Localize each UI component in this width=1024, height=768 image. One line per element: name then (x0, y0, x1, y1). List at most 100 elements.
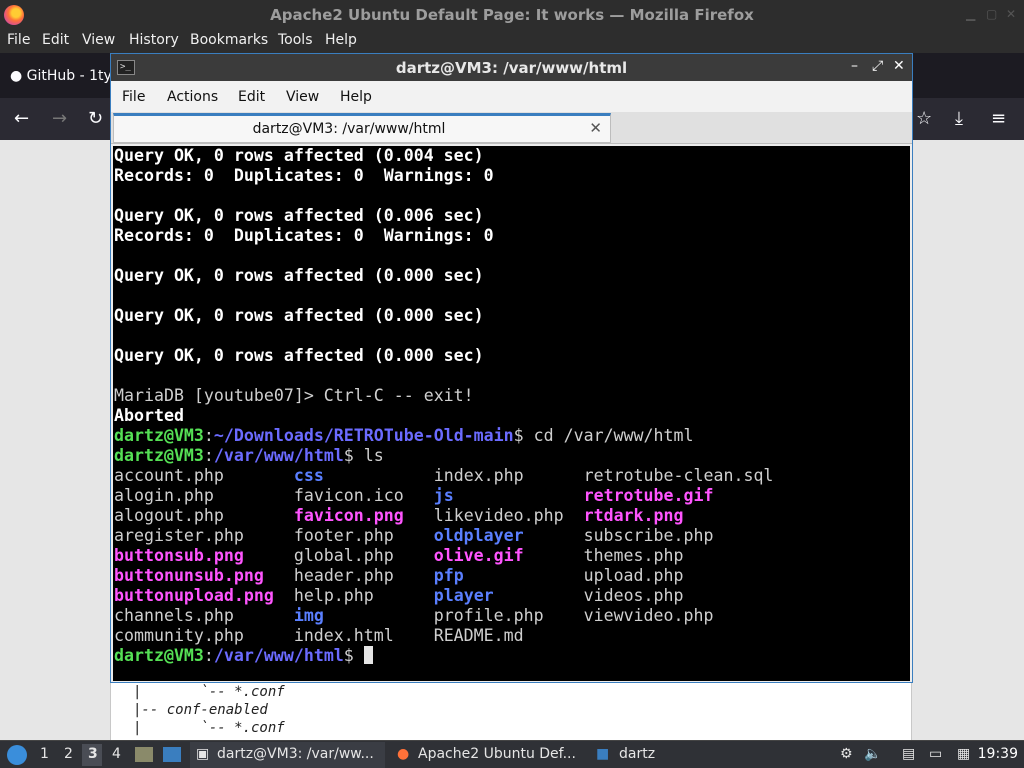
terminal-tab[interactable]: dartz@VM3: /var/www/html ✕ (113, 113, 611, 143)
ls-entry: upload.php (583, 566, 684, 585)
ls-entry: viewvideo.php (583, 606, 714, 625)
ls-entry: README.md (433, 626, 524, 645)
terminal-titlebar[interactable]: >_ dartz@VM3: /var/www/html – ⤢ ✕ (111, 54, 912, 81)
start-menu-icon[interactable] (7, 745, 27, 765)
ls-entry: help.php (293, 586, 374, 605)
ls-entry: retrotube-clean.sql (583, 466, 774, 485)
bookmark-star-icon[interactable]: ☆ (916, 108, 932, 129)
desktop: Apache2 Ubuntu Default Page: It works — … (0, 0, 1024, 768)
terminal-close-icon[interactable]: ✕ (893, 58, 905, 74)
firefox-task-icon: ● (397, 746, 410, 762)
folder-task-icon: ■ (596, 746, 610, 762)
command-text: cd /var/www/html (523, 426, 694, 445)
ls-entry: index.php (433, 466, 524, 485)
prompt-user: dartz@VM3 (114, 446, 204, 465)
page-tree-text: | `-- *.conf |-- conf-enabled | `-- *.co… (133, 684, 285, 736)
ls-entry: alogin.php (114, 486, 214, 505)
terminal-menu-file[interactable]: File (122, 89, 145, 105)
taskbar: 1 2 3 4 ▣ dartz@VM3: /var/ww... ● Apache… (0, 740, 1024, 768)
ls-entry: buttonupload.png (114, 586, 274, 605)
output-line: MariaDB [youtube07]> Ctrl-C -- exit! (114, 386, 474, 405)
terminal-tabbar: dartz@VM3: /var/www/html ✕ (111, 112, 912, 144)
ls-entry: global.php (293, 546, 394, 565)
menu-tools[interactable]: Tools (278, 32, 313, 48)
ls-entry: subscribe.php (583, 526, 714, 545)
output-line: Query OK, 0 rows affected (0.000 sec) (114, 346, 484, 365)
ls-entry: community.php (114, 626, 244, 645)
ls-entry: header.php (293, 566, 394, 585)
maximize-icon[interactable]: ▢ (986, 7, 997, 21)
output-line: Query OK, 0 rows affected (0.000 sec) (114, 306, 484, 325)
ls-entry: oldplayer (433, 526, 524, 545)
github-icon: ● (10, 68, 23, 84)
ls-entry: img (293, 606, 324, 625)
prompt-dollar: $ (513, 426, 524, 445)
terminal-minimize-icon[interactable]: – (851, 58, 858, 74)
ls-entry: videos.php (583, 586, 684, 605)
menu-history[interactable]: History (129, 32, 179, 48)
show-desktop-icon[interactable] (135, 747, 153, 762)
workspace-2[interactable]: 2 (64, 746, 73, 762)
ls-entry: likevideo.php (433, 506, 564, 525)
ls-entry: favicon.png (293, 506, 404, 525)
terminal-menu-actions[interactable]: Actions (167, 89, 218, 105)
menu-file[interactable]: File (7, 32, 30, 48)
prompt-user: dartz@VM3 (114, 646, 204, 665)
terminal-task-label: dartz@VM3: /var/ww... (217, 746, 374, 762)
file-manager-launcher-icon[interactable] (163, 747, 181, 762)
terminal-task-icon: ▣ (196, 746, 210, 762)
minimize-icon[interactable]: ▁ (966, 7, 975, 21)
close-icon[interactable]: ✕ (1006, 7, 1016, 21)
page-content: | `-- *.conf |-- conf-enabled | `-- *.co… (110, 682, 912, 740)
ls-entry: alogout.php (114, 506, 224, 525)
output-line: Query OK, 0 rows affected (0.006 sec) (114, 206, 484, 225)
settings-icon[interactable]: ⚙ (840, 746, 853, 762)
prompt-colon: : (203, 446, 214, 465)
menu-view[interactable]: View (82, 32, 115, 48)
clipboard-icon[interactable]: ▤ (902, 746, 915, 762)
reload-icon[interactable]: ↻ (88, 108, 103, 129)
menu-edit[interactable]: Edit (42, 32, 69, 48)
terminal-window-title: dartz@VM3: /var/www/html (395, 59, 628, 77)
ls-entry: aregister.php (114, 526, 244, 545)
output-line: Records: 0 Duplicates: 0 Warnings: 0 (114, 226, 494, 245)
display-icon[interactable]: ▭ (929, 746, 942, 762)
firefox-window-title: Apache2 Ubuntu Default Page: It works — … (270, 6, 754, 24)
volume-icon[interactable]: 🔈 (864, 746, 881, 762)
firefox-titlebar[interactable]: Apache2 Ubuntu Default Page: It works — … (0, 0, 1024, 30)
workspace-4[interactable]: 4 (112, 746, 121, 762)
workspace-3[interactable]: 3 (88, 746, 98, 762)
terminal-menu-help[interactable]: Help (340, 89, 372, 105)
downloads-icon[interactable]: ⤓ (955, 108, 963, 129)
ls-entry: buttonsub.png (114, 546, 244, 565)
task-terminal[interactable]: ▣ dartz@VM3: /var/ww... (190, 742, 385, 768)
output-line: Records: 0 Duplicates: 0 Warnings: 0 (114, 166, 494, 185)
ls-entry: rtdark.png (583, 506, 684, 525)
tab-github[interactable]: ● GitHub - 1ty (10, 68, 112, 84)
ls-entry: player (433, 586, 494, 605)
terminal-output[interactable]: Query OK, 0 rows affected (0.004 sec) Re… (113, 146, 910, 681)
app-menu-icon[interactable]: ≡ (991, 108, 1006, 129)
network-icon[interactable]: ▦ (957, 746, 970, 762)
workspace-1[interactable]: 1 (40, 746, 49, 762)
output-line: Query OK, 0 rows affected (0.004 sec) (114, 146, 484, 165)
menu-bookmarks[interactable]: Bookmarks (190, 32, 268, 48)
terminal-maximize-icon[interactable]: ⤢ (872, 58, 883, 74)
terminal-menu-view[interactable]: View (286, 89, 319, 105)
ls-entry: account.php (114, 466, 224, 485)
task-firefox[interactable]: Apache2 Ubuntu Def... (418, 746, 576, 762)
ls-entry: footer.php (293, 526, 394, 545)
ls-entry: buttonunsub.png (114, 566, 264, 585)
tab-close-icon[interactable]: ✕ (589, 119, 602, 137)
prompt-path: ~/Downloads/RETROTube-Old-main (213, 426, 514, 445)
task-files[interactable]: dartz (619, 746, 655, 762)
prompt-user: dartz@VM3 (114, 426, 204, 445)
menu-help[interactable]: Help (325, 32, 357, 48)
back-icon[interactable]: ← (14, 108, 29, 129)
terminal-menubar: File Actions Edit View Help (111, 81, 912, 112)
terminal-tab-label: dartz@VM3: /var/www/html (252, 121, 446, 137)
ls-entry: retrotube.gif (583, 486, 714, 505)
clock[interactable]: 19:39 (978, 746, 1018, 762)
forward-icon[interactable]: → (52, 108, 67, 129)
terminal-menu-edit[interactable]: Edit (238, 89, 265, 105)
